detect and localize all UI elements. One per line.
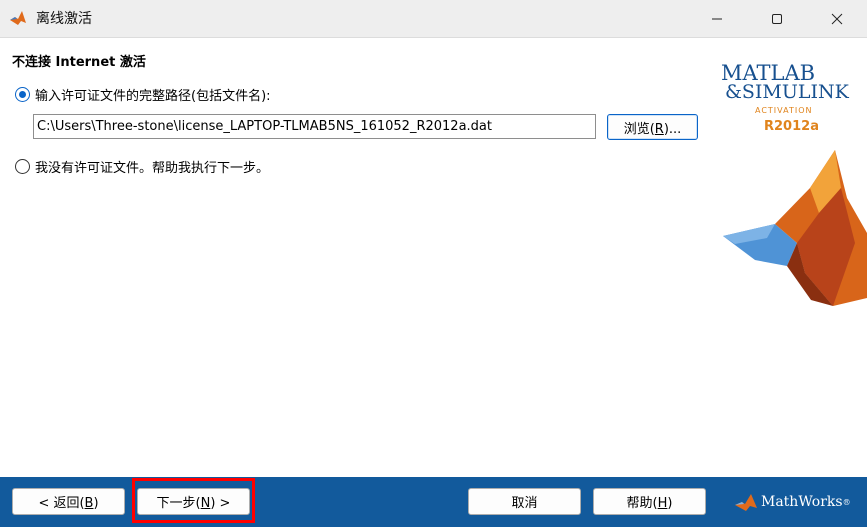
- browse-button[interactable]: 浏览(R)...: [607, 114, 698, 140]
- logo-line2: &SIMULINK: [725, 81, 850, 103]
- browse-button-label: 浏览(R)...: [623, 121, 682, 137]
- no-license-radio[interactable]: [15, 159, 30, 174]
- registered-mark: ®: [842, 497, 851, 507]
- back-button[interactable]: < 返回(B): [12, 488, 125, 515]
- cancel-button[interactable]: 取消: [468, 488, 581, 515]
- logo-activation: ACTIVATION: [755, 106, 813, 115]
- title-bar: 离线激活: [0, 0, 867, 38]
- maximize-icon: [772, 14, 782, 24]
- license-path-radio-label[interactable]: 输入许可证文件的完整路径(包括文件名):: [35, 85, 271, 104]
- matlab-simulink-logo: MATLAB &SIMULINK ACTIVATION R2012a: [721, 61, 867, 306]
- logo-release: R2012a: [764, 119, 819, 134]
- close-button[interactable]: [807, 0, 867, 38]
- help-button[interactable]: 帮助(H): [593, 488, 706, 515]
- minimize-button[interactable]: [687, 0, 747, 38]
- cancel-button-label: 取消: [511, 496, 538, 511]
- mathworks-membrane-icon: [735, 494, 757, 511]
- close-icon: [831, 13, 843, 25]
- help-button-label: 帮助(H): [626, 496, 673, 511]
- window-title: 离线激活: [36, 11, 92, 27]
- license-path-input[interactable]: [33, 114, 596, 139]
- no-license-radio-label[interactable]: 我没有许可证文件。帮助我执行下一步。: [35, 157, 269, 176]
- matlab-app-icon: [10, 11, 26, 25]
- minimize-icon: [712, 18, 722, 20]
- maximize-button[interactable]: [747, 0, 807, 38]
- mathworks-wordmark: MathWorks: [761, 494, 843, 510]
- license-path-radio[interactable]: [15, 87, 30, 102]
- back-button-label: < 返回(B): [38, 496, 99, 511]
- activation-panel: 不连接 Internet 激活 输入许可证文件的完整路径(包括文件名): 浏览(…: [0, 38, 867, 477]
- section-title: 不连接 Internet 激活: [12, 55, 146, 70]
- next-button-highlight: [132, 478, 255, 523]
- mathworks-logo: MathWorks ®: [734, 490, 851, 514]
- membrane-icon: [723, 150, 867, 306]
